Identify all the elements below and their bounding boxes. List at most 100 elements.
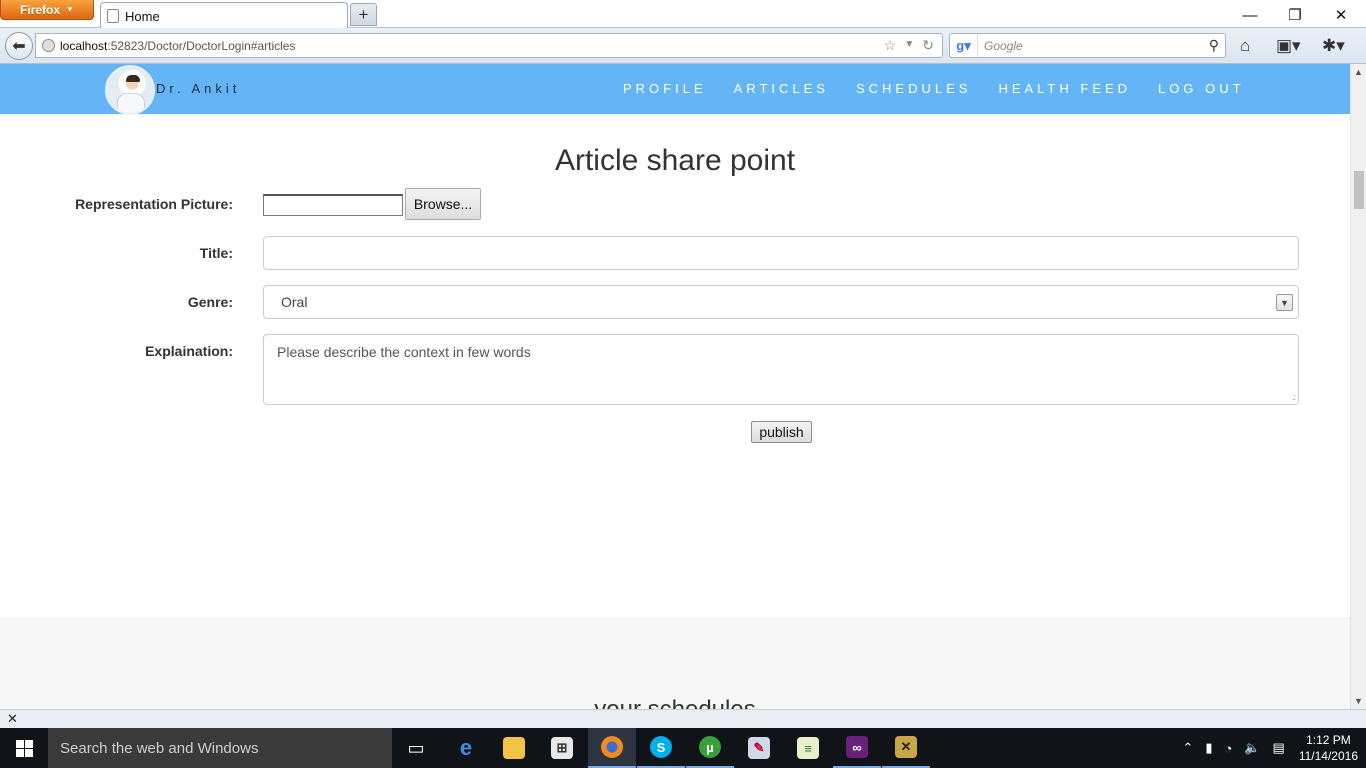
back-button[interactable]: ⬅ — [5, 32, 33, 60]
publish-button[interactable]: publish — [751, 421, 812, 443]
find-bar: ✕ — [0, 709, 1366, 728]
skype-icon: S — [650, 736, 672, 758]
new-tab-button[interactable]: + — [350, 3, 377, 26]
edge-icon: e — [459, 735, 473, 760]
utorrent-app[interactable]: µ — [686, 728, 734, 768]
search-placeholder: Google — [984, 38, 1023, 53]
notification-icon[interactable]: ▤ — [1273, 740, 1285, 756]
file-path-input[interactable] — [263, 194, 403, 216]
firefox-app[interactable] — [588, 728, 636, 768]
wifi-icon[interactable]: ◔ — [1224, 741, 1232, 756]
genre-label: Genre: — [187, 294, 233, 310]
chevron-down-icon[interactable]: ▼ — [1276, 294, 1293, 311]
battery-icon[interactable]: ▮ — [1205, 740, 1212, 756]
windows-logo-icon — [15, 739, 33, 757]
task-view-icon: ▭ — [407, 737, 425, 758]
system-tray: ⌃ ▮ ◔ 🔈 ▤ 1:12 PM 11/14/2016 — [1176, 728, 1366, 768]
genre-select[interactable]: Oral ▼ — [263, 285, 1299, 319]
browser-navbar: ⬅ localhost:52823/Doctor/DoctorLogin#art… — [0, 28, 1366, 64]
start-button[interactable] — [0, 728, 48, 768]
close-icon: ✕ — [1334, 7, 1348, 24]
nav-health-feed[interactable]: HEALTH FEED — [998, 81, 1131, 96]
browse-button[interactable]: Browse... — [405, 188, 481, 220]
minimize-button[interactable]: — — [1227, 2, 1273, 28]
schedules-section: your schedules — [0, 617, 1350, 709]
bookmark-star-icon[interactable]: ☆ — [884, 37, 897, 54]
explanation-label: Explaination: — [145, 343, 233, 359]
page-scrollbar[interactable]: ▲ ▼ — [1350, 64, 1366, 709]
arrow-left-icon: ⬅ — [12, 38, 26, 55]
nav-articles[interactable]: ARTICLES — [734, 81, 829, 96]
nav-schedules[interactable]: SCHEDULES — [856, 81, 971, 96]
scroll-down-icon[interactable]: ▼ — [1354, 696, 1363, 706]
search-icon[interactable]: ⚲ — [1209, 37, 1219, 54]
taskbar-search-placeholder: Search the web and Windows — [60, 739, 259, 757]
notes-icon: ≡ — [797, 737, 819, 759]
plus-icon: + — [358, 4, 369, 24]
picture-label: Representation Picture: — [75, 196, 233, 212]
close-icon[interactable]: ✕ — [7, 711, 18, 727]
notes-app[interactable]: ≡ — [784, 728, 832, 768]
page-title: Article share point — [554, 144, 796, 177]
url-bar[interactable]: localhost:52823/Doctor/DoctorLogin#artic… — [35, 33, 943, 58]
folder-icon — [503, 737, 525, 759]
resize-grip-icon[interactable]: .: — [1292, 392, 1296, 402]
browser-titlebar: Firefox ▼ Home + — ❐ ✕ — [0, 0, 1366, 29]
addon-icon[interactable]: ▣▾ — [1276, 36, 1301, 56]
search-engine-icon[interactable]: g▾ — [950, 34, 978, 57]
scroll-up-icon[interactable]: ▲ — [1354, 67, 1363, 77]
firefox-menu-label: Firefox — [20, 2, 61, 17]
site-nav: PROFILE ARTICLES SCHEDULES HEALTH FEED L… — [623, 81, 1272, 96]
title-label: Title: — [199, 245, 233, 261]
minimize-icon: — — [1242, 6, 1258, 24]
store-app[interactable]: ⊞ — [538, 728, 586, 768]
search-bar[interactable]: g▾ Google ⚲ — [949, 33, 1226, 58]
close-window-button[interactable]: ✕ — [1318, 2, 1364, 28]
chevron-down-icon: ▼ — [66, 5, 74, 14]
tab-home[interactable]: Home — [100, 2, 348, 29]
clock-date: 11/14/2016 — [1298, 749, 1358, 763]
nav-profile[interactable]: PROFILE — [623, 81, 707, 96]
utorrent-icon: µ — [699, 736, 721, 758]
reload-icon[interactable]: ↻ — [922, 37, 934, 54]
avatar — [105, 65, 155, 115]
nav-log-out[interactable]: LOG OUT — [1158, 81, 1245, 96]
tab-title: Home — [125, 8, 160, 24]
chevron-up-icon[interactable]: ⌃ — [1182, 740, 1193, 756]
skype-app[interactable]: S — [637, 728, 685, 768]
globe-icon — [42, 39, 55, 52]
doctor-name: Dr. Ankit — [156, 81, 241, 96]
scroll-thumb[interactable] — [1354, 171, 1364, 209]
site-header: Dr. Ankit PROFILE ARTICLES SCHEDULES HEA… — [0, 64, 1350, 115]
page-icon — [107, 9, 119, 23]
history-dropdown-icon[interactable]: ▼ — [904, 37, 914, 54]
url-path: :52823/Doctor/DoctorLogin#articles — [107, 38, 296, 53]
tools-icon: ✕ — [895, 736, 917, 758]
explanation-textarea[interactable]: Please describe the context in few words… — [263, 334, 1299, 405]
tools-icon[interactable]: ✱▾ — [1322, 36, 1345, 56]
url-host: localhost — [60, 38, 108, 53]
dev-tools-app[interactable]: ✕ — [882, 728, 930, 768]
store-icon: ⊞ — [551, 737, 573, 759]
edge-app[interactable]: e — [442, 728, 490, 768]
explanation-placeholder: Please describe the context in few words — [277, 344, 531, 360]
visual-studio-app[interactable]: ∞ — [833, 728, 881, 768]
paint-icon: ✎ — [748, 737, 770, 759]
clock[interactable]: 1:12 PM 11/14/2016 — [1299, 732, 1358, 764]
restore-button[interactable]: ❐ — [1272, 2, 1318, 28]
taskbar-search[interactable]: Search the web and Windows — [48, 728, 392, 768]
home-icon[interactable]: ⌂ — [1240, 36, 1250, 56]
restore-icon: ❐ — [1288, 7, 1302, 24]
taskbar: Search the web and Windows ▭ e ⊞ S µ ✎ ≡… — [0, 728, 1366, 768]
title-input[interactable] — [263, 236, 1299, 270]
paint-app[interactable]: ✎ — [735, 728, 783, 768]
schedules-title: your schedules — [0, 696, 1350, 709]
page-viewport: Dr. Ankit PROFILE ARTICLES SCHEDULES HEA… — [0, 64, 1350, 709]
firefox-menu-button[interactable]: Firefox ▼ — [0, 0, 94, 20]
task-view-button[interactable]: ▭ — [392, 728, 440, 768]
visual-studio-icon: ∞ — [846, 736, 868, 758]
volume-icon[interactable]: 🔈 — [1244, 740, 1260, 756]
clock-time: 1:12 PM — [1306, 733, 1351, 747]
genre-selected-value: Oral — [281, 294, 308, 310]
explorer-app[interactable] — [490, 728, 538, 768]
